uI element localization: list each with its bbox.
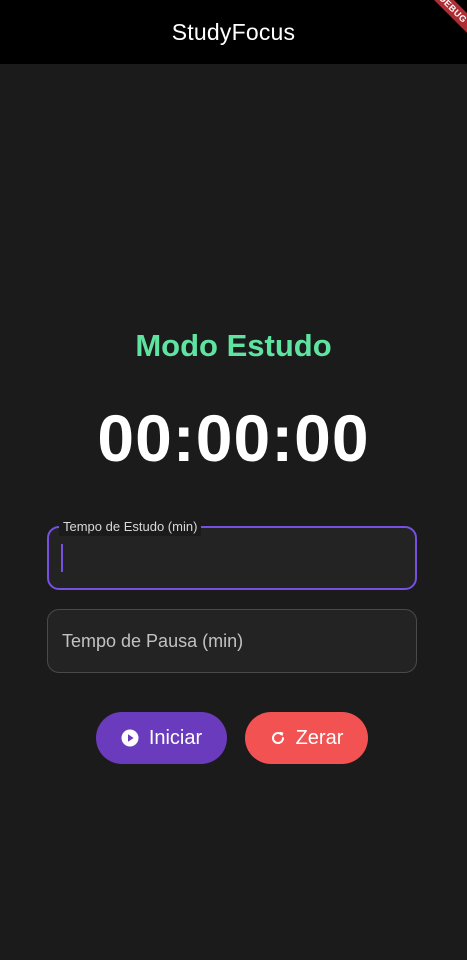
pause-time-field[interactable] [47,609,417,673]
reset-button[interactable]: Zerar [245,712,368,764]
start-button[interactable]: Iniciar [96,712,227,764]
study-time-field[interactable]: Tempo de Estudo (min) [47,518,417,590]
play-circle-icon [121,729,139,747]
timer-display: 00:00:00 [97,401,370,475]
reset-button-label: Zerar [295,726,344,749]
refresh-icon [270,730,286,746]
mode-title: Modo Estudo [135,328,332,363]
app-screen: StudyFocus DEBUG Modo Estudo 00:00:00 Te… [0,0,467,960]
app-bar: StudyFocus [0,0,467,64]
pause-time-input[interactable] [62,610,402,672]
study-time-input[interactable] [63,528,403,590]
start-button-label: Iniciar [148,726,203,749]
app-title: StudyFocus [171,18,296,45]
